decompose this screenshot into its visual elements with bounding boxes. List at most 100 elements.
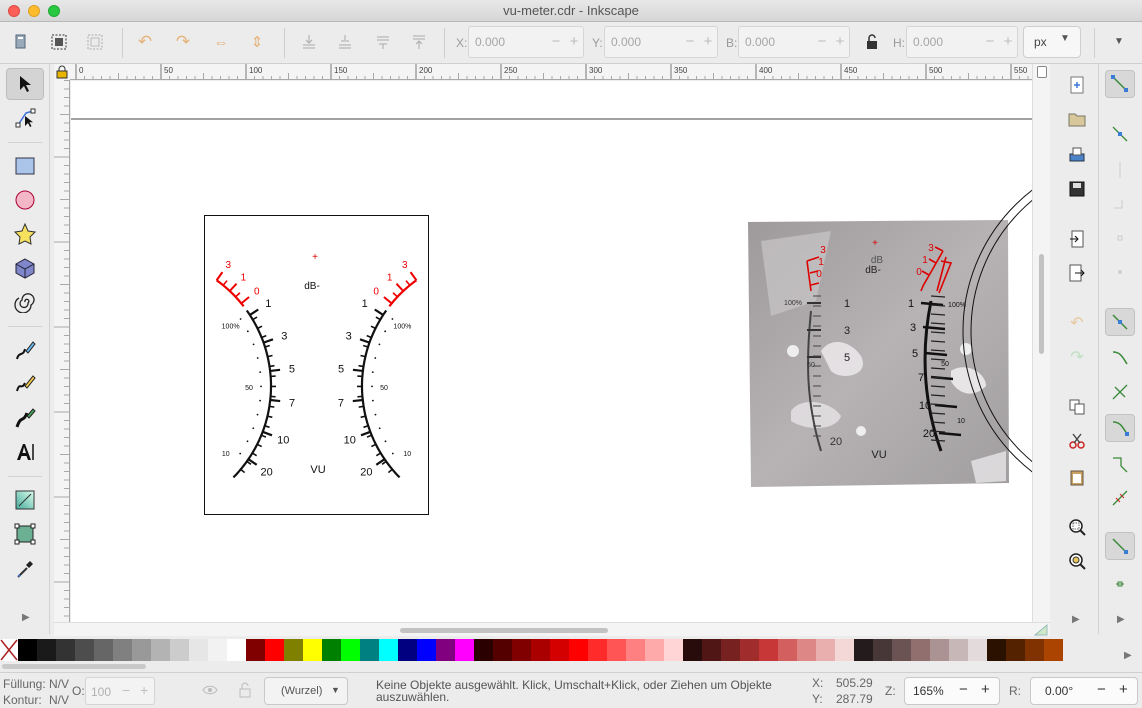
rotate-increment-button[interactable]: + <box>1119 681 1128 698</box>
toolbox-more-icon[interactable]: ▶ <box>22 612 30 623</box>
selector-tool[interactable] <box>6 68 44 100</box>
redo-icon[interactable]: ↷ <box>1066 346 1088 368</box>
opacity-increment-button[interactable]: + <box>140 682 148 698</box>
dropper-tool[interactable] <box>6 552 44 584</box>
color-swatch[interactable] <box>645 639 664 661</box>
new-document-icon[interactable] <box>1066 74 1088 96</box>
color-swatch[interactable] <box>341 639 360 661</box>
opacity-input[interactable]: 100 − + <box>85 677 155 705</box>
rotate-cw-icon[interactable]: ↷ <box>172 31 194 53</box>
color-swatch[interactable] <box>284 639 303 661</box>
text-tool[interactable] <box>6 436 44 468</box>
zoom-in-button[interactable]: + <box>981 681 990 698</box>
select-all-icon[interactable] <box>10 31 32 53</box>
zoom-selection-icon[interactable] <box>1066 516 1088 538</box>
stroke-value[interactable]: N/V <box>49 693 69 707</box>
snap-others-icon[interactable] <box>1105 532 1135 560</box>
color-swatch[interactable] <box>360 639 379 661</box>
vu-meter-drawing[interactable]: + dB- VU 13571020100%5010310 13571020100… <box>204 215 429 515</box>
color-swatch[interactable] <box>246 639 265 661</box>
vertical-scroll-thumb[interactable] <box>1039 254 1044 354</box>
cut-icon[interactable] <box>1066 430 1088 452</box>
select-all-layers-icon[interactable] <box>48 31 70 53</box>
color-swatch[interactable] <box>455 639 474 661</box>
paste-icon[interactable] <box>1066 466 1088 488</box>
color-swatch[interactable] <box>512 639 531 661</box>
layer-lock-icon[interactable] <box>238 682 252 698</box>
calligraphy-tool[interactable] <box>6 402 44 434</box>
snap-bbox-center-icon[interactable] <box>1105 258 1135 286</box>
close-window-button[interactable] <box>8 5 20 17</box>
color-swatch[interactable] <box>151 639 170 661</box>
gradient-tool[interactable] <box>6 484 44 516</box>
color-swatch[interactable] <box>683 639 702 661</box>
snap-bbox-icon[interactable] <box>1105 120 1135 148</box>
color-swatch[interactable] <box>37 639 56 661</box>
color-swatch[interactable] <box>18 639 37 661</box>
freehand-tool[interactable] <box>6 368 44 400</box>
horizontal-scroll-thumb[interactable] <box>400 628 608 633</box>
snap-nodes-icon[interactable] <box>1105 308 1135 336</box>
rotate-ccw-icon[interactable]: ↶ <box>134 31 156 53</box>
width-increment-button[interactable]: + <box>831 33 849 51</box>
scanned-meter-photo[interactable]: + dB dB- VU 135710201353 31 10 0100%5010100… <box>748 220 1009 487</box>
color-swatch[interactable] <box>588 639 607 661</box>
color-swatch[interactable] <box>740 639 759 661</box>
snap-bbox-midpoint-icon[interactable] <box>1105 224 1135 252</box>
flip-horizontal-icon[interactable]: ⇔ <box>210 31 232 53</box>
copy-icon[interactable] <box>1066 396 1088 418</box>
color-swatch[interactable] <box>436 639 455 661</box>
color-swatch[interactable] <box>227 639 246 661</box>
color-swatch[interactable] <box>987 639 1006 661</box>
pencil-tool[interactable] <box>6 334 44 366</box>
export-icon[interactable] <box>1066 262 1088 284</box>
width-input[interactable]: 0.000 − + <box>738 26 850 58</box>
zoom-window-button[interactable] <box>48 5 60 17</box>
opacity-decrement-button[interactable]: − <box>122 682 130 698</box>
x-input[interactable]: 0.000 − + <box>468 26 584 58</box>
color-managed-icon[interactable] <box>1034 624 1048 636</box>
color-swatch[interactable] <box>664 639 683 661</box>
raise-icon[interactable] <box>372 31 394 53</box>
color-swatch[interactable] <box>1025 639 1044 661</box>
color-swatch[interactable] <box>417 639 436 661</box>
snap-smooth-nodes-icon[interactable] <box>1105 450 1135 478</box>
height-decrement-button[interactable]: − <box>981 33 999 51</box>
horizontal-ruler[interactable]: 0 50 100 150 200 250 300 350 400 450 500 550 <box>70 64 1032 80</box>
fill-value[interactable]: N/V <box>49 677 69 691</box>
snap-to-paths-icon[interactable] <box>1105 344 1135 372</box>
color-swatch[interactable] <box>607 639 626 661</box>
drawing-canvas[interactable]: + dB- VU 1 3 5 7 10 20 100% 50 10 3 1 0 1 3 5 7 10 20 100… <box>71 81 1032 622</box>
deselect-icon[interactable] <box>84 31 106 53</box>
color-swatch[interactable] <box>1006 639 1025 661</box>
rotate-decrement-button[interactable]: − <box>1097 681 1106 698</box>
color-swatch[interactable] <box>835 639 854 661</box>
color-swatch[interactable] <box>170 639 189 661</box>
y-increment-button[interactable]: + <box>699 33 717 51</box>
color-swatch[interactable] <box>569 639 588 661</box>
snap-path-intersection-icon[interactable] <box>1105 378 1135 406</box>
open-document-icon[interactable] <box>1066 108 1088 130</box>
color-swatch[interactable] <box>398 639 417 661</box>
color-swatch[interactable] <box>189 639 208 661</box>
node-tool[interactable] <box>6 102 44 134</box>
ellipse-tool[interactable] <box>6 184 44 216</box>
color-swatch[interactable] <box>75 639 94 661</box>
x-increment-button[interactable]: + <box>565 33 583 51</box>
undo-icon[interactable]: ↶ <box>1066 312 1088 334</box>
snap-object-center-icon[interactable] <box>1105 568 1135 596</box>
minimize-window-button[interactable] <box>28 5 40 17</box>
color-swatch[interactable] <box>816 639 835 661</box>
zoom-out-button[interactable]: − <box>959 681 968 698</box>
color-swatch[interactable] <box>132 639 151 661</box>
color-swatch[interactable] <box>303 639 322 661</box>
zoom-input[interactable]: 165% − + <box>904 677 1000 705</box>
color-swatch[interactable] <box>759 639 778 661</box>
palette-scrollbar[interactable] <box>0 662 1142 672</box>
color-swatch[interactable] <box>797 639 816 661</box>
color-swatch[interactable] <box>208 639 227 661</box>
snap-midpoints-icon[interactable] <box>1105 484 1135 512</box>
color-swatch[interactable] <box>702 639 721 661</box>
color-swatch[interactable] <box>56 639 75 661</box>
color-swatch[interactable] <box>892 639 911 661</box>
